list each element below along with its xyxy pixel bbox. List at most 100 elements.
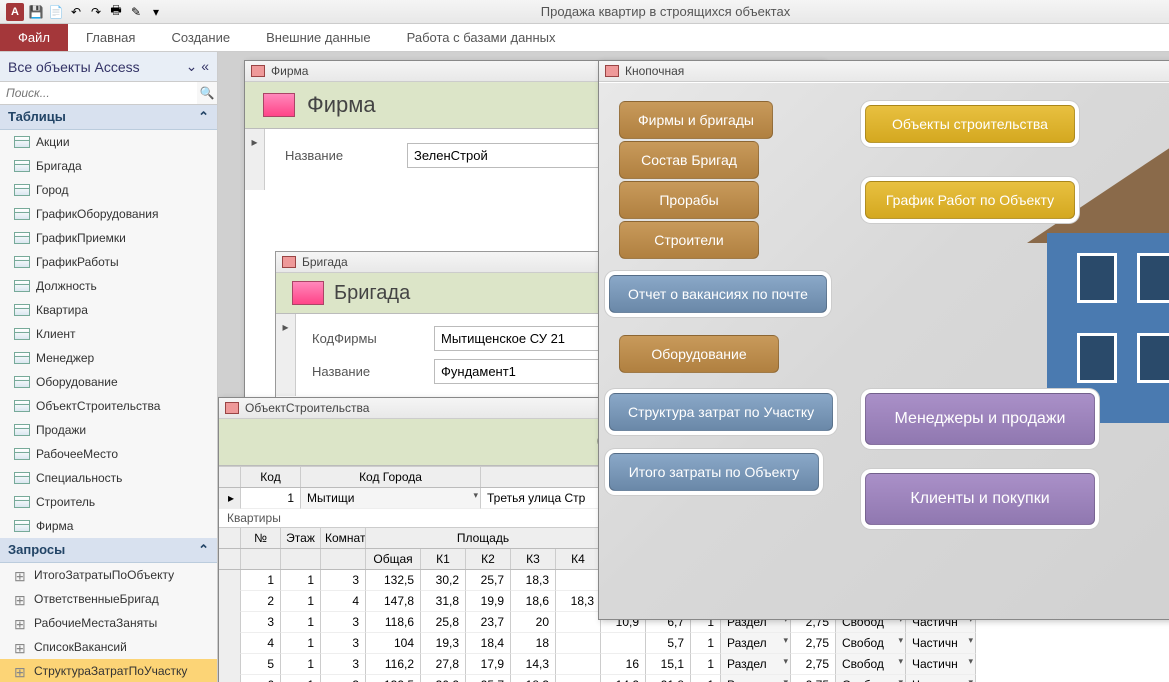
nav-table-item[interactable]: ГрафикПриемки xyxy=(0,226,217,250)
form-icon xyxy=(282,256,296,268)
nav-table-item[interactable]: Акции xyxy=(0,130,217,154)
query-icon xyxy=(14,592,28,606)
firma-heading: Фирма xyxy=(307,92,376,118)
nav-table-item[interactable]: Квартира xyxy=(0,298,217,322)
nav-table-item[interactable]: Клиент xyxy=(0,322,217,346)
collapse-icon: ⌃ xyxy=(198,542,209,558)
chevron-down-icon[interactable]: ⌄ « xyxy=(186,58,209,75)
form-icon xyxy=(225,402,239,414)
nav-table-item[interactable]: РабочееМесто xyxy=(0,442,217,466)
table-icon xyxy=(14,184,30,196)
btn-klienty[interactable]: Клиенты и покупки xyxy=(865,473,1095,525)
btn-stroiteli[interactable]: Строители xyxy=(619,221,759,259)
tab-home[interactable]: Главная xyxy=(68,24,153,51)
table-icon xyxy=(14,256,30,268)
redo-icon[interactable]: ↷ xyxy=(88,4,104,20)
table-icon xyxy=(14,160,30,172)
nav-group-queries[interactable]: Запросы⌃ xyxy=(0,538,217,563)
btn-sostav-brigad[interactable]: Состав Бригад xyxy=(619,141,759,179)
kodgoroda-combo[interactable]: Мытищи xyxy=(301,488,481,509)
btn-menedzhery[interactable]: Менеджеры и продажи xyxy=(865,393,1095,445)
nav-table-item[interactable]: Город xyxy=(0,178,217,202)
btn-otchet-vakansii[interactable]: Отчет о вакансиях по почте xyxy=(609,275,827,313)
more-icon[interactable]: ▾ xyxy=(148,4,164,20)
window-knopochnaya-header[interactable]: Кнопочная xyxy=(599,61,1169,82)
mdi-canvas: Фирма Фирма ▸ Название Бригада Бригада ▸… xyxy=(218,52,1169,682)
collapse-icon: ⌃ xyxy=(198,109,209,125)
kodfirmy-label: КодФирмы xyxy=(312,331,422,346)
access-app-icon: A xyxy=(6,3,24,21)
firma-name-label: Название xyxy=(285,148,395,163)
nav-search: 🔍 xyxy=(0,82,217,105)
nav-table-item[interactable]: ОбъектСтроительства xyxy=(0,394,217,418)
tab-external[interactable]: Внешние данные xyxy=(248,24,389,51)
tools-icon[interactable]: ✎ xyxy=(128,4,144,20)
nav-table-item[interactable]: Специальность xyxy=(0,466,217,490)
nav-query-item[interactable]: РабочиеМестаЗаняты xyxy=(0,611,217,635)
brigada-name-label: Название xyxy=(312,364,422,379)
nav-table-item[interactable]: Бригада xyxy=(0,154,217,178)
btn-oborudovanie[interactable]: Оборудование xyxy=(619,335,779,373)
table-icon xyxy=(14,280,30,292)
nav-table-item[interactable]: Строитель xyxy=(0,490,217,514)
btn-itogo-zatraty[interactable]: Итого затраты по Объекту xyxy=(609,453,819,491)
table-icon xyxy=(14,496,30,508)
col-kodgoroda[interactable]: Код Города xyxy=(301,467,481,487)
table-icon xyxy=(14,400,30,412)
save-icon[interactable]: 💾 xyxy=(28,4,44,20)
nav-header-label: Все объекты Access xyxy=(8,59,140,75)
record-selector[interactable]: ▸ xyxy=(245,129,265,190)
table-icon xyxy=(14,376,30,388)
nav-table-item[interactable]: Должность xyxy=(0,274,217,298)
query-icon xyxy=(14,640,28,654)
nav-header[interactable]: Все объекты Access ⌄ « xyxy=(0,52,217,82)
nav-query-item[interactable]: СтруктураЗатратПоУчастку xyxy=(0,659,217,682)
col-kod[interactable]: Код xyxy=(241,467,301,487)
form-icon xyxy=(251,65,265,77)
table-icon xyxy=(14,136,30,148)
nav-group-tables[interactable]: Таблицы⌃ xyxy=(0,105,217,130)
tab-dbtools[interactable]: Работа с базами данных xyxy=(389,24,574,51)
btn-objekty[interactable]: Объекты строительства xyxy=(865,105,1075,143)
table-icon xyxy=(14,424,30,436)
nav-table-item[interactable]: Менеджер xyxy=(0,346,217,370)
btn-proraby[interactable]: Прорабы xyxy=(619,181,759,219)
file-tab[interactable]: Файл xyxy=(0,24,68,51)
table-icon xyxy=(14,352,30,364)
search-icon[interactable]: 🔍 xyxy=(197,82,217,104)
navigation-pane: Все объекты Access ⌄ « 🔍 Таблицы⌃ АкцииБ… xyxy=(0,52,218,682)
btn-struktura-zatrat[interactable]: Структура затрат по Участку xyxy=(609,393,833,431)
btn-firmy-brigady[interactable]: Фирмы и бригады xyxy=(619,101,773,139)
new-icon[interactable]: 📄 xyxy=(48,4,64,20)
print-icon[interactable]: 🖶 xyxy=(108,4,124,20)
btn-grafik-rabot[interactable]: График Работ по Объекту xyxy=(865,181,1075,219)
table-icon xyxy=(14,304,30,316)
house-illustration xyxy=(987,123,1169,423)
form-logo-icon xyxy=(263,93,295,117)
window-knopochnaya: Кнопочная Фирмы и бригады Состав Бригад … xyxy=(598,60,1169,620)
query-icon xyxy=(14,616,28,630)
query-icon xyxy=(14,664,28,678)
undo-icon[interactable]: ↶ xyxy=(68,4,84,20)
nav-table-item[interactable]: Фирма xyxy=(0,514,217,538)
nav-query-item[interactable]: СписокВакансий xyxy=(0,635,217,659)
record-selector[interactable]: ▸ xyxy=(276,314,296,396)
nav-table-item[interactable]: Оборудование xyxy=(0,370,217,394)
nav-table-item[interactable]: ГрафикРаботы xyxy=(0,250,217,274)
tab-create[interactable]: Создание xyxy=(153,24,248,51)
table-icon xyxy=(14,472,30,484)
table-icon xyxy=(14,520,30,532)
form-icon xyxy=(605,65,619,77)
ribbon-tabs: Файл Главная Создание Внешние данные Раб… xyxy=(0,24,1169,52)
app-title: Продажа квартир в строящихся объектах xyxy=(168,4,1163,19)
search-input[interactable] xyxy=(0,82,197,104)
nav-table-item[interactable]: ГрафикОборудования xyxy=(0,202,217,226)
nav-query-item[interactable]: ИтогоЗатратыПоОбъекту xyxy=(0,563,217,587)
table-icon xyxy=(14,208,30,220)
form-logo-icon xyxy=(292,281,324,305)
table-icon xyxy=(14,448,30,460)
nav-table-item[interactable]: Продажи xyxy=(0,418,217,442)
nav-query-item[interactable]: ОтветственныеБригад xyxy=(0,587,217,611)
quick-access-toolbar: A 💾 📄 ↶ ↷ 🖶 ✎ ▾ Продажа квартир в строящ… xyxy=(0,0,1169,24)
row-selector[interactable]: ▸ xyxy=(219,488,241,509)
